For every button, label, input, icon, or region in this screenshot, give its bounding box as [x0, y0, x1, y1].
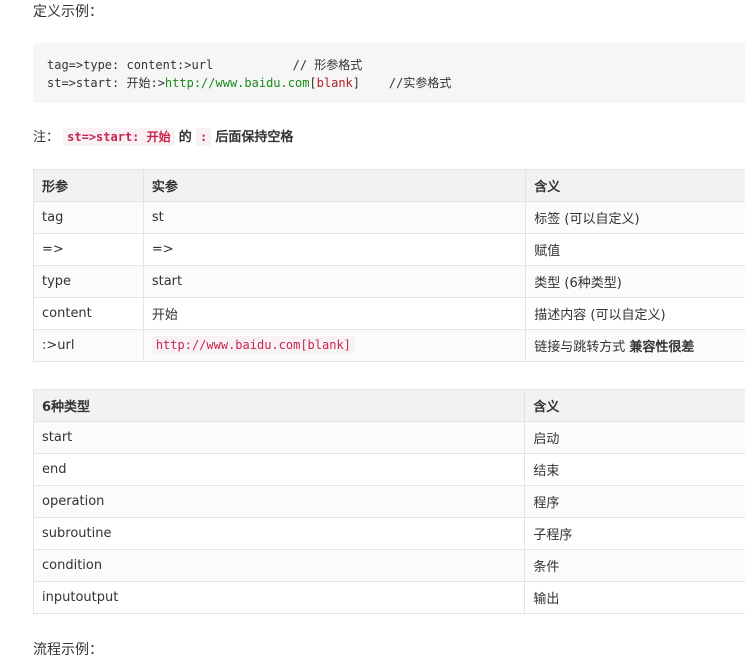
cell-arg: =>: [143, 234, 525, 266]
code-block: tag=>type: content:>url // 形参格式 st=>star…: [33, 43, 745, 103]
code-bracket-open: [: [309, 76, 316, 90]
cell-meaning-bold: 兼容性很差: [629, 340, 694, 355]
cell-meaning: 程序: [525, 486, 745, 518]
table-row: content 开始 描述内容 (可以自定义): [34, 298, 745, 330]
header-meaning: 含义: [526, 170, 745, 202]
cell-arg: http://www.baidu.com[blank]: [143, 330, 525, 362]
cell-arg: 开始: [143, 298, 525, 330]
table-row: inputoutput 输出: [34, 582, 745, 614]
code-bracket-close: ]: [353, 76, 360, 90]
cell-param: tag: [34, 202, 144, 234]
cell-type: condition: [34, 550, 525, 582]
table-row: :>url http://www.baidu.com[blank] 链接与跳转方…: [34, 330, 745, 362]
table-header-row: 形参 实参 含义: [34, 170, 745, 202]
cell-param: content: [34, 298, 144, 330]
note: 注： st=>start: 开始 的 : 后面保持空格: [33, 127, 293, 148]
cell-meaning-text: 链接与跳转方式: [534, 340, 629, 355]
header-param: 形参: [34, 170, 144, 202]
intro-text: 定义示例：: [33, 2, 103, 22]
table-row: subroutine 子程序: [34, 518, 745, 550]
cell-meaning: 输出: [525, 582, 745, 614]
cell-meaning: 赋值: [526, 234, 745, 266]
types-table: 6种类型 含义 start 启动 end 结束 operation 程序 sub…: [33, 389, 745, 614]
code-url: http://www.baidu.com: [165, 76, 310, 90]
cell-meaning: 条件: [525, 550, 745, 582]
inline-code-url: http://www.baidu.com[blank]: [152, 336, 355, 354]
table-row: => => 赋值: [34, 234, 745, 266]
params-table: 形参 实参 含义 tag st 标签 (可以自定义) => => 赋值 type…: [33, 169, 745, 362]
table-row: tag st 标签 (可以自定义): [34, 202, 745, 234]
code-blank: blank: [317, 76, 353, 90]
table-row: condition 条件: [34, 550, 745, 582]
note-code: st=>start: 开始: [63, 128, 174, 146]
cutoff-heading: 流程示例：: [33, 640, 103, 660]
cell-param: type: [34, 266, 144, 298]
cell-param: =>: [34, 234, 144, 266]
cell-meaning: 链接与跳转方式 兼容性很差: [526, 330, 745, 362]
table-header-row: 6种类型 含义: [34, 390, 745, 422]
cell-param: :>url: [34, 330, 144, 362]
cell-type: end: [34, 454, 525, 486]
code-line-2-prefix: st=>start: 开始:>: [47, 76, 165, 90]
cell-meaning: 启动: [525, 422, 745, 454]
cell-type: subroutine: [34, 518, 525, 550]
cell-meaning: 子程序: [525, 518, 745, 550]
code-comment: //实参格式: [360, 76, 451, 90]
table-row: end 结束: [34, 454, 745, 486]
cell-meaning: 描述内容 (可以自定义): [526, 298, 745, 330]
cell-meaning: 结束: [525, 454, 745, 486]
cell-type: operation: [34, 486, 525, 518]
table-row: type start 类型 (6种类型): [34, 266, 745, 298]
header-meaning: 含义: [525, 390, 745, 422]
cell-meaning: 标签 (可以自定义): [526, 202, 745, 234]
note-tail: 后面保持空格: [215, 130, 293, 145]
cell-type: start: [34, 422, 525, 454]
header-arg: 实参: [143, 170, 525, 202]
note-label: 注：: [33, 130, 59, 145]
note-colon-code: :: [196, 128, 211, 146]
note-middle: 的: [179, 130, 192, 145]
table-row: start 启动: [34, 422, 745, 454]
code-line-1: tag=>type: content:>url // 形参格式: [47, 56, 745, 74]
code-line-2: st=>start: 开始:>http://www.baidu.com[blan…: [47, 74, 745, 92]
cell-arg: st: [143, 202, 525, 234]
header-type: 6种类型: [34, 390, 525, 422]
cell-meaning: 类型 (6种类型): [526, 266, 745, 298]
cell-type: inputoutput: [34, 582, 525, 614]
cell-arg: start: [143, 266, 525, 298]
table-row: operation 程序: [34, 486, 745, 518]
